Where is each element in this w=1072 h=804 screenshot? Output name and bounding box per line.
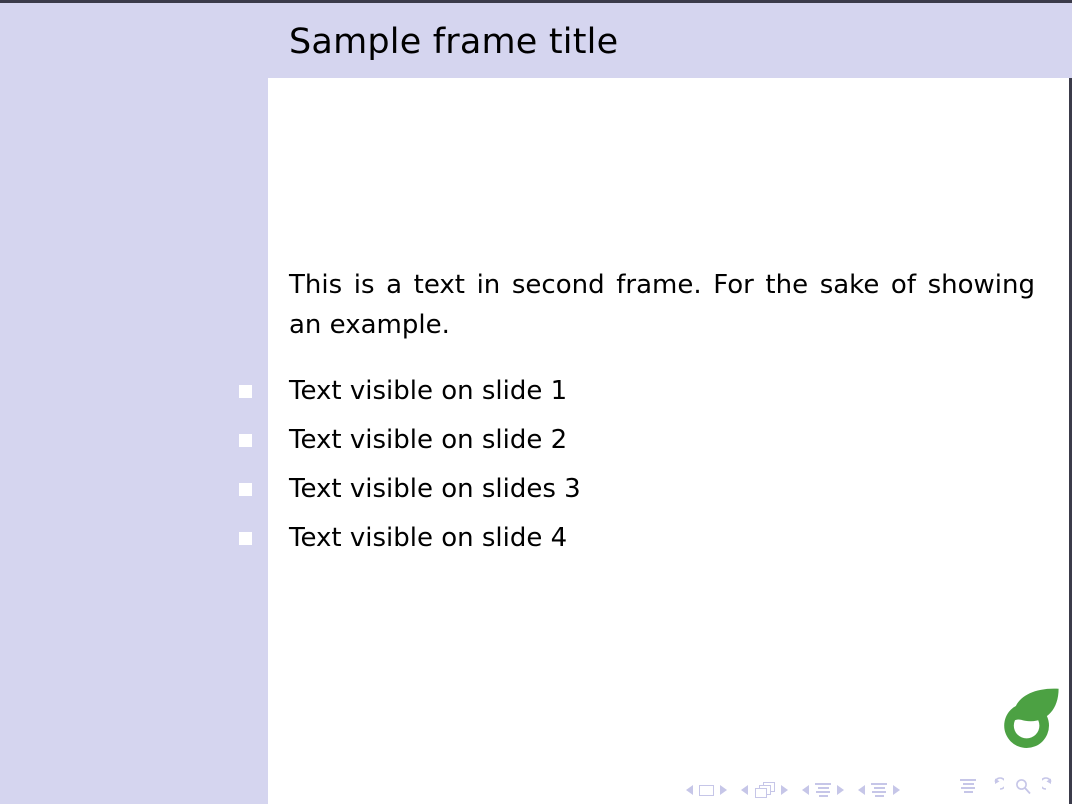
list-item-label: Text visible on slide 2 [289, 425, 568, 455]
prev-slide-icon[interactable] [686, 785, 693, 795]
list-item-label: Text visible on slide 1 [289, 376, 568, 406]
bullet-list: Text visible on slide 1 Text visible on … [239, 367, 1035, 563]
slide-icon[interactable] [699, 784, 714, 796]
sidebar [0, 3, 268, 804]
next-section-icon[interactable] [893, 785, 900, 795]
subsection-icon[interactable] [815, 783, 831, 797]
page-title: Sample frame title [289, 22, 619, 62]
list-item-label: Text visible on slide 4 [289, 523, 568, 553]
slide-navigation[interactable] [686, 784, 727, 796]
list-item-label: Text visible on slides 3 [289, 474, 581, 504]
back-icon[interactable] [986, 777, 1004, 795]
square-bullet-icon [239, 483, 252, 496]
prev-section-icon[interactable] [858, 785, 865, 795]
list-item: Text visible on slide 2 [239, 416, 1035, 465]
subsection-navigation[interactable] [802, 783, 844, 797]
square-bullet-icon [239, 532, 252, 545]
intro-paragraph: This is a text in second frame. For the … [289, 270, 1035, 340]
list-item: Text visible on slides 3 [239, 465, 1035, 514]
list-item: Text visible on slide 4 [239, 514, 1035, 563]
list-item: Text visible on slide 1 [239, 367, 1035, 416]
section-navigation[interactable] [858, 783, 900, 797]
overleaf-leaf-logo [1004, 688, 1059, 748]
square-bullet-icon [239, 385, 252, 398]
navigation-extra[interactable] [960, 777, 1060, 795]
forward-icon[interactable] [1042, 777, 1060, 795]
next-subsection-icon[interactable] [837, 785, 844, 795]
next-slide-icon[interactable] [720, 785, 727, 795]
navigation-symbols[interactable] [686, 779, 900, 801]
document-icon[interactable] [960, 779, 976, 793]
next-frame-icon[interactable] [781, 785, 788, 795]
square-bullet-icon [239, 434, 252, 447]
slide-content: This is a text in second frame. For the … [239, 265, 1035, 563]
frame-navigation[interactable] [741, 782, 788, 798]
search-icon[interactable] [1014, 777, 1032, 795]
prev-frame-icon[interactable] [741, 785, 748, 795]
presentation-slide: Sample frame title This is a text in sec… [0, 0, 1072, 804]
section-icon[interactable] [871, 783, 887, 797]
frame-icon[interactable] [754, 782, 775, 798]
prev-subsection-icon[interactable] [802, 785, 809, 795]
